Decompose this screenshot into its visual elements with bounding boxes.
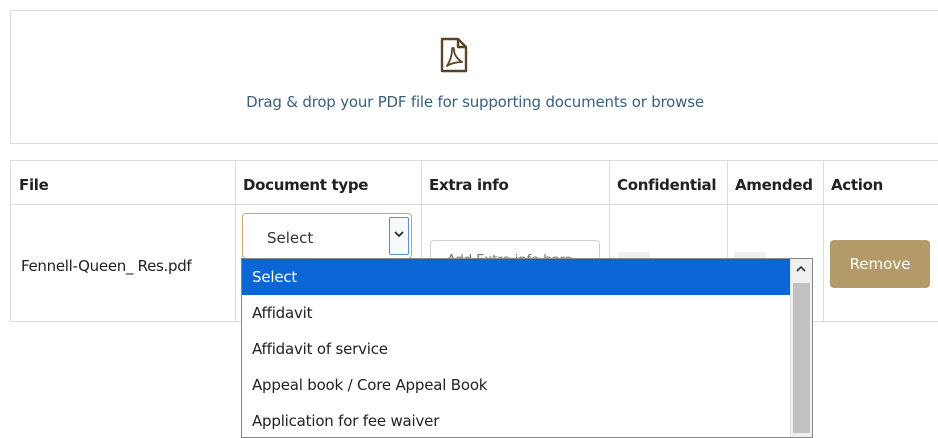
header-document-type: Document type — [243, 176, 369, 194]
header-extra-info: Extra info — [429, 176, 509, 194]
file-name-cell: Fennell-Queen_ Res.pdf — [21, 257, 192, 275]
column-divider — [235, 161, 236, 322]
chevron-down-icon[interactable] — [389, 217, 409, 255]
dropzone-text[interactable]: Drag & drop your PDF file for supporting… — [11, 93, 938, 111]
dropdown-option-affidavit-of-service[interactable]: Affidavit of service — [242, 331, 790, 367]
pdf-file-icon — [439, 37, 469, 73]
dropdown-scrollbar[interactable] — [790, 259, 812, 437]
header-amended: Amended — [735, 176, 813, 194]
scroll-up-icon[interactable] — [791, 259, 812, 281]
column-divider — [823, 161, 824, 322]
header-file: File — [19, 176, 49, 194]
scrollbar-thumb[interactable] — [793, 283, 810, 433]
dropdown-option-select[interactable]: Select — [242, 259, 790, 295]
document-type-select[interactable]: Select — [242, 213, 412, 259]
table-header: File Document type Extra info Confidenti… — [11, 161, 938, 205]
dropdown-option-affidavit[interactable]: Affidavit — [242, 295, 790, 331]
remove-button[interactable]: Remove — [830, 240, 930, 288]
dropdown-option-fee-waiver[interactable]: Application for fee waiver — [242, 403, 790, 437]
dropdown-option-appeal-book[interactable]: Appeal book / Core Appeal Book — [242, 367, 790, 403]
header-action: Action — [831, 176, 883, 194]
upload-dropzone[interactable]: Drag & drop your PDF file for supporting… — [10, 10, 938, 144]
document-type-selected-value: Select — [267, 229, 314, 247]
document-type-dropdown[interactable]: Select Affidavit Affidavit of service Ap… — [241, 258, 813, 438]
header-confidential: Confidential — [617, 176, 717, 194]
